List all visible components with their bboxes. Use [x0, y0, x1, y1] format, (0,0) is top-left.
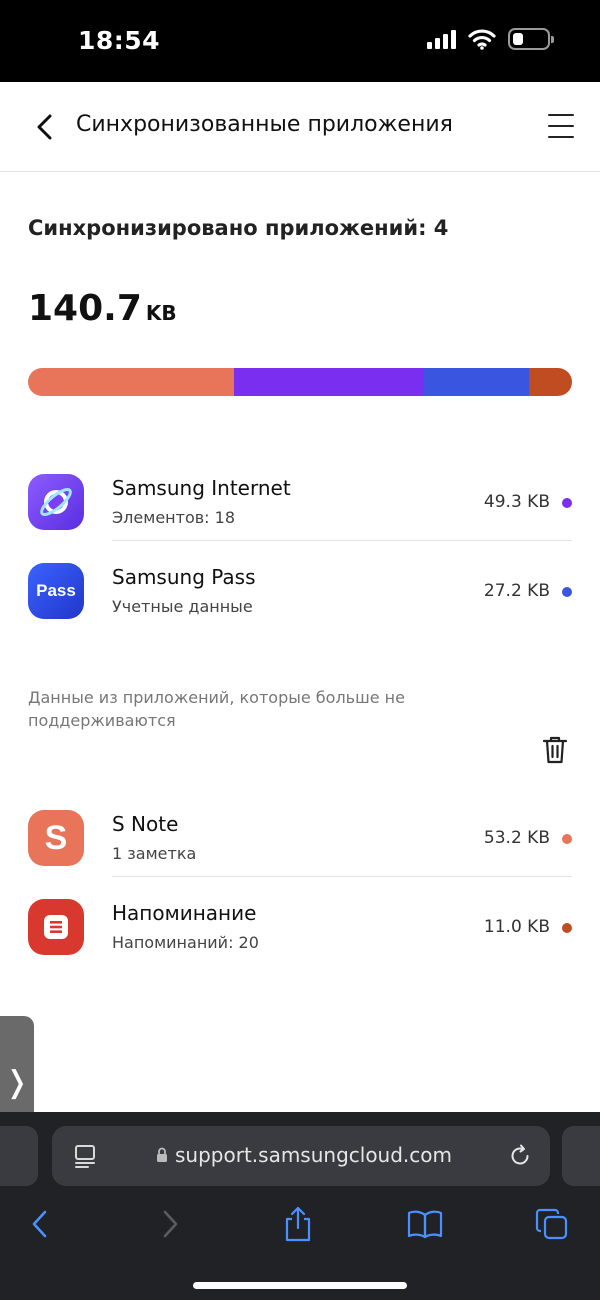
- lock-icon: [157, 1147, 167, 1162]
- s-note-icon-glyph: S: [44, 818, 68, 857]
- samsung-pass-icon: Pass: [28, 563, 84, 619]
- samsung-internet-icon: [28, 474, 84, 530]
- app-subtitle: Элементов: 18: [112, 508, 235, 527]
- app-name: S Note: [112, 812, 179, 836]
- app-subtitle: 1 заметка: [112, 844, 197, 863]
- app-color-dot: [562, 834, 572, 844]
- book-icon: [407, 1210, 443, 1239]
- wifi-icon: [468, 29, 496, 50]
- share-icon: [285, 1206, 311, 1242]
- url-text: support.samsungcloud.com: [175, 1143, 453, 1167]
- total-size: 140.7 KB: [28, 288, 177, 329]
- menu-icon-line: [548, 114, 574, 116]
- synced-count-title: Синхронизировано приложений: 4: [28, 216, 449, 240]
- app-row-reminder[interactable]: Напоминание Напоминаний: 20 11.0 KB: [0, 883, 600, 971]
- samsung-pass-icon-text: Pass: [36, 581, 76, 600]
- battery-icon: [508, 28, 554, 50]
- app-color-dot: [562, 923, 572, 933]
- cellular-signal-icon: [427, 29, 456, 49]
- menu-icon-line: [548, 125, 574, 127]
- divider: [112, 876, 572, 877]
- page-title: Синхронизованные приложения: [76, 112, 453, 137]
- reload-icon[interactable]: [508, 1144, 532, 1168]
- status-bar: 18:54: [0, 0, 600, 82]
- tabs-icon: [535, 1208, 568, 1240]
- divider: [112, 540, 572, 541]
- usage-bar-segment: [28, 368, 234, 396]
- app-size: 27.2 KB: [483, 581, 550, 601]
- page-header: Синхронизованные приложения: [0, 82, 600, 172]
- status-icons: [427, 28, 554, 50]
- tabs-button[interactable]: [530, 1202, 574, 1246]
- status-time: 18:54: [78, 26, 161, 55]
- app-name: Напоминание: [112, 901, 257, 925]
- app-size: 49.3 KB: [483, 492, 550, 512]
- home-indicator: [193, 1282, 407, 1289]
- browser-toolbar: support.samsungcloud.com: [0, 1112, 600, 1300]
- menu-button[interactable]: [548, 114, 574, 138]
- browser-forward-button[interactable]: [148, 1202, 192, 1246]
- page-menu-icon[interactable]: [74, 1144, 96, 1168]
- app-row-samsung-pass[interactable]: Pass Samsung Pass Учетные данные 27.2 KB: [0, 547, 600, 635]
- unsupported-apps-note: Данные из приложений, которые больше не …: [28, 688, 405, 730]
- menu-icon-line: [548, 136, 574, 138]
- chevron-left-icon: [32, 1210, 47, 1238]
- app-name: Samsung Internet: [112, 476, 291, 500]
- app-color-dot: [562, 587, 572, 597]
- reminder-icon: [28, 899, 84, 955]
- app-size: 53.2 KB: [483, 828, 550, 848]
- app-row-s-note[interactable]: S S Note 1 заметка 53.2 KB: [0, 794, 600, 882]
- share-button[interactable]: [276, 1202, 320, 1246]
- url-display: support.samsungcloud.com: [156, 1143, 452, 1167]
- app-subtitle: Напоминаний: 20: [112, 933, 259, 952]
- app-name: Samsung Pass: [112, 565, 256, 589]
- usage-bar-segment: [233, 368, 425, 396]
- bookmarks-button[interactable]: [403, 1202, 447, 1246]
- app-row-samsung-internet[interactable]: Samsung Internet Элементов: 18 49.3 KB: [0, 458, 600, 546]
- usage-bar-segment: [529, 368, 572, 396]
- total-size-unit: KB: [145, 301, 177, 325]
- back-button[interactable]: [28, 110, 62, 144]
- app-subtitle: Учетные данные: [112, 597, 253, 616]
- chevron-right-icon: ❭: [4, 1064, 30, 1100]
- delete-button[interactable]: [540, 734, 570, 766]
- s-note-icon: S: [28, 810, 84, 866]
- chevron-right-icon: [163, 1210, 178, 1238]
- total-size-value: 140.7: [28, 288, 142, 329]
- previous-tab-preview[interactable]: [0, 1126, 38, 1186]
- storage-usage-bar: [28, 368, 572, 396]
- app-color-dot: [562, 498, 572, 508]
- app-size: 11.0 KB: [483, 917, 550, 937]
- browser-back-button[interactable]: [18, 1202, 62, 1246]
- usage-bar-segment: [424, 368, 530, 396]
- address-bar[interactable]: support.samsungcloud.com: [52, 1126, 550, 1186]
- next-tab-preview[interactable]: [562, 1126, 600, 1186]
